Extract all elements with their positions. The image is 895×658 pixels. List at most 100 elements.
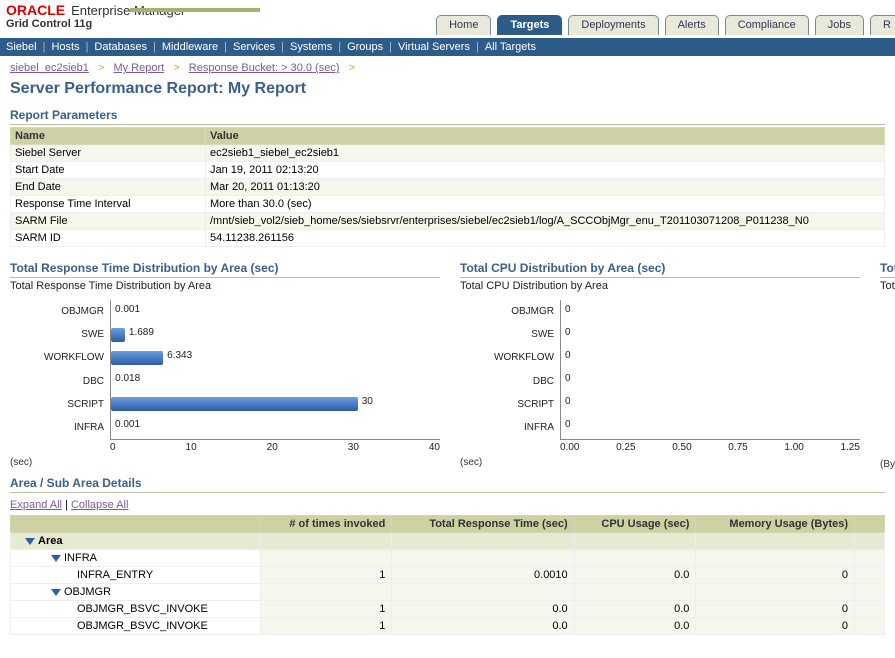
subnav-virtual-servers[interactable]: Virtual Servers: [398, 41, 470, 53]
chart-unit: (Byt: [880, 459, 895, 470]
chart-subtitle: Total Response Time Distribution by Area: [10, 280, 440, 292]
param-name: Response Time Interval: [11, 196, 206, 213]
cell-cpu: 0.0: [574, 567, 696, 584]
tab-jobs[interactable]: Jobs: [815, 15, 864, 35]
param-name: End Date: [11, 179, 206, 196]
tree-node[interactable]: OBJMGR: [11, 584, 261, 601]
tab-alerts[interactable]: Alerts: [665, 15, 719, 35]
cell-response: 0.0: [392, 601, 574, 618]
breadcrumb-1[interactable]: siebel_ec2sieb1: [10, 62, 89, 74]
tab-home[interactable]: Home: [436, 15, 491, 35]
chart-subtitle: Total CPU Distribution by Area: [460, 280, 860, 292]
chart-bar-label: 30: [362, 396, 373, 407]
collapse-icon[interactable]: [51, 555, 61, 562]
chevron-right-icon: >: [349, 62, 355, 74]
breadcrumb-2[interactable]: My Report: [113, 62, 164, 74]
collapse-icon[interactable]: [25, 538, 35, 545]
breadcrumb-3[interactable]: Response Bucket: > 30.0 (sec): [189, 62, 340, 74]
cell-cpu: 0.0: [574, 618, 696, 635]
collapse-icon[interactable]: [51, 589, 61, 596]
chart-response-time: Total Response Time Distribution by Area…: [10, 261, 440, 470]
param-name: Siebel Server: [11, 145, 206, 162]
chart-bar-label: 0.001: [115, 304, 140, 315]
tree-node[interactable]: INFRA: [11, 550, 261, 567]
col-blank: [11, 516, 261, 533]
report-parameters-table: Name Value Siebel Serverec2sieb1_siebel_…: [10, 127, 885, 247]
brand-bar: [130, 8, 260, 12]
cell-invoked: 1: [261, 601, 392, 618]
chart-bar-label: 0: [565, 327, 571, 338]
breadcrumb: siebel_ec2sieb1 > My Report > Response B…: [0, 56, 895, 80]
chart-bar-label: 0: [565, 304, 571, 315]
area-details-table: # of times invoked Total Response Time (…: [10, 515, 885, 635]
sub-nav: Siebel| Hosts| Databases| Middleware| Se…: [0, 38, 895, 56]
chart-memory-cut: Tot Tota (Byt: [880, 261, 895, 470]
subnav-siebel[interactable]: Siebel: [6, 41, 37, 53]
param-value: Mar 20, 2011 01:13:20: [206, 179, 885, 196]
chevron-right-icon: >: [173, 62, 179, 74]
param-name: SARM ID: [11, 230, 206, 247]
chart-xaxis: 010203040: [110, 440, 440, 453]
chart-unit: (sec): [10, 457, 440, 468]
chart-bar-label: 0: [565, 373, 571, 384]
chart-bar: [111, 328, 125, 342]
subnav-groups[interactable]: Groups: [347, 41, 383, 53]
param-name: Start Date: [11, 162, 206, 179]
chart-title: Tot: [880, 261, 895, 278]
header: ORACLE Enterprise Manager Grid Control 1…: [0, 0, 895, 38]
tab-deployments[interactable]: Deployments: [568, 15, 658, 35]
param-value: /mnt/sieb_vol2/sieb_home/ses/siebsrvr/en…: [206, 213, 885, 230]
col-cpu: CPU Usage (sec): [574, 516, 696, 533]
col-name: Name: [11, 128, 206, 145]
param-name: SARM File: [11, 213, 206, 230]
subnav-all-targets[interactable]: All Targets: [485, 41, 536, 53]
tab-targets[interactable]: Targets: [497, 15, 562, 35]
cell-memory: 0: [696, 618, 855, 635]
chart-ylabels: OBJMGR SWE WORKFLOW DBC SCRIPT INFRA: [10, 300, 110, 440]
tree-root[interactable]: Area: [11, 533, 261, 550]
cell-invoked: 1: [261, 567, 392, 584]
chart-ylabels: OBJMGR SWE WORKFLOW DBC SCRIPT INFRA: [460, 300, 560, 440]
subnav-systems[interactable]: Systems: [290, 41, 332, 53]
param-value: More than 30.0 (sec): [206, 196, 885, 213]
chevron-right-icon: >: [98, 62, 104, 74]
chart-bar-label: 0: [565, 419, 571, 430]
col-invoked: # of times invoked: [261, 516, 392, 533]
report-parameters-section: Report Parameters Name Value Siebel Serv…: [10, 108, 885, 247]
chart-bar: [111, 397, 358, 411]
collapse-all-link[interactable]: Collapse All: [71, 499, 128, 511]
chart-subtitle: Tota: [880, 280, 895, 292]
chart-xaxis: 0.000.250.500.751.001.25: [560, 440, 860, 453]
expand-all-link[interactable]: Expand All: [10, 499, 62, 511]
subnav-databases[interactable]: Databases: [94, 41, 147, 53]
param-value: Jan 19, 2011 02:13:20: [206, 162, 885, 179]
cell-invoked: 1: [261, 618, 392, 635]
oracle-logo: ORACLE: [6, 2, 65, 18]
param-value: 54.11238.261156: [206, 230, 885, 247]
chart-bar-label: 6.343: [167, 350, 192, 361]
subnav-hosts[interactable]: Hosts: [51, 41, 79, 53]
tab-compliance[interactable]: Compliance: [725, 15, 809, 35]
param-value: ec2sieb1_siebel_ec2sieb1: [206, 145, 885, 162]
cell-memory: 0: [696, 567, 855, 584]
chart-bar-label: 0: [565, 396, 571, 407]
area-details-title: Area / Sub Area Details: [10, 476, 885, 493]
col-extra: [855, 516, 885, 533]
subnav-middleware[interactable]: Middleware: [162, 41, 218, 53]
chart-bar-label: 0.001: [115, 419, 140, 430]
tab-reports-cut[interactable]: R: [870, 15, 895, 35]
chart-cpu: Total CPU Distribution by Area (sec) Tot…: [460, 261, 860, 470]
chart-plot: 0 0 0 0 0 0: [560, 300, 860, 440]
tree-leaf: OBJMGR_BSVC_INVOKE: [11, 618, 261, 635]
chart-bar: [111, 351, 163, 365]
subnav-services[interactable]: Services: [233, 41, 275, 53]
chart-bar-label: 1.689: [129, 327, 154, 338]
chart-plot: 0.0011.6896.3430.018300.001: [110, 300, 440, 440]
chart-title: Total CPU Distribution by Area (sec): [460, 261, 860, 278]
chart-bar-label: 0: [565, 350, 571, 361]
chart-title: Total Response Time Distribution by Area…: [10, 261, 440, 278]
col-response: Total Response Time (sec): [392, 516, 574, 533]
main-tabs: Home Targets Deployments Alerts Complian…: [436, 15, 895, 35]
charts-row: Total Response Time Distribution by Area…: [10, 261, 885, 470]
col-value: Value: [206, 128, 885, 145]
